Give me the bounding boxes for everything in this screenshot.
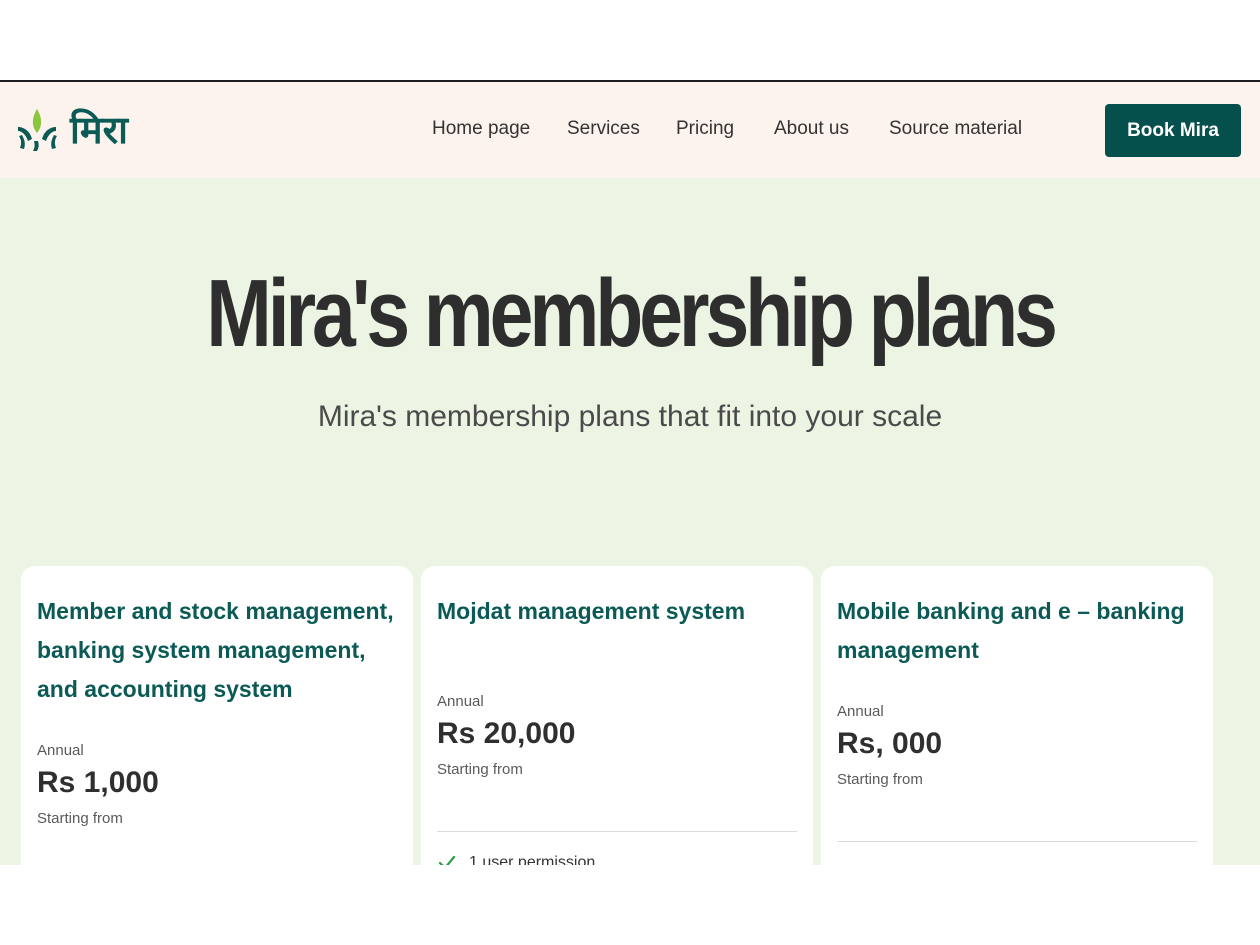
page-bottom-space	[0, 865, 1260, 945]
page-subtitle: Mira's membership plans that fit into yo…	[317, 400, 943, 433]
plan-title: Member and stock management, banking sys…	[37, 598, 394, 702]
nav-about[interactable]: About us	[774, 118, 849, 140]
plan-title: Mobile banking and e – banking managemen…	[837, 598, 1185, 663]
pricing-hero: Mira's membership plans Mira's membershi…	[0, 178, 1260, 865]
plan-period: Annual	[437, 693, 484, 710]
book-mira-button[interactable]: Book Mira	[1105, 104, 1241, 157]
plan-card-mojdat: Mojdat management system Annual Rs 20,00…	[421, 566, 813, 865]
plan-title: Mojdat management system	[437, 598, 746, 624]
plan-price: Rs, 000	[837, 727, 943, 760]
plan-price: Rs 20,000	[437, 717, 576, 750]
nav-home[interactable]: Home page	[432, 118, 530, 140]
plan-starting-label: Starting from	[837, 771, 923, 788]
nav-services[interactable]: Services	[567, 118, 640, 140]
plan-divider	[837, 841, 1197, 842]
plan-card-member-stock: Member and stock management, banking sys…	[21, 566, 413, 865]
plan-divider	[437, 831, 797, 832]
page-top-space	[0, 0, 1260, 80]
site-header: मिरा Home page Services Pricing About us…	[0, 82, 1260, 178]
plan-period: Annual	[37, 742, 84, 759]
plan-price: Rs 1,000	[37, 766, 159, 799]
check-icon	[438, 855, 456, 865]
brand-wordmark: मिरा	[70, 108, 128, 152]
leaf-logo-icon	[18, 109, 57, 151]
plan-period: Annual	[837, 703, 884, 720]
plan-feature: 1 user permission	[437, 853, 595, 865]
plan-feature-label: 1 user permission	[469, 854, 596, 865]
plan-starting-label: Starting from	[437, 761, 523, 778]
nav-source-material[interactable]: Source material	[889, 118, 1022, 140]
plan-card-mobile-banking: Mobile banking and e – banking managemen…	[821, 566, 1213, 865]
brand-logo[interactable]: मिरा	[16, 104, 128, 156]
plan-starting-label: Starting from	[37, 810, 123, 827]
nav-pricing[interactable]: Pricing	[676, 118, 734, 140]
page-title: Mira's membership plans	[206, 260, 1058, 367]
